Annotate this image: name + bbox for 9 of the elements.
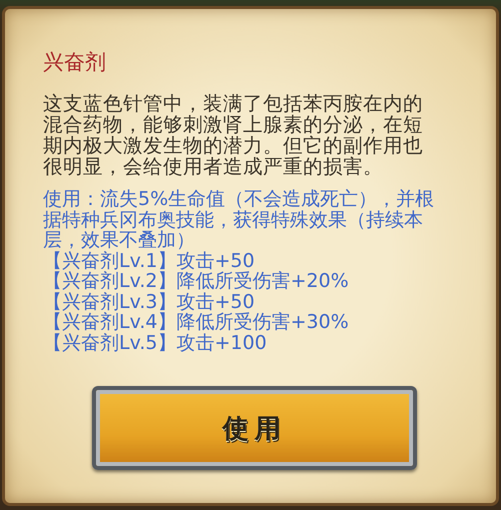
effect-line: 【兴奋剂Lv.3】攻击+50 (43, 292, 256, 312)
effect-line: 【兴奋剂Lv.5】攻击+100 (43, 332, 268, 353)
effect-line: 【兴奋剂Lv.4】降低所受伤害+30% (43, 312, 350, 332)
item-description: 这支蓝色针管中，装满了包括苯丙胺在内的混合药物，能够刺激肾上腺素的分泌，在短期内极大激发生物的潜力。但它的副作用也很明显，会给使用者造成严重的损害。 (43, 93, 424, 177)
usage-text: 使用：流失5%生命值（不会造成死亡），并根据特种兵冈布奥技能，获得特殊效果（持续本层，效果不叠加） (43, 189, 435, 250)
effect-line: 【兴奋剂Lv.1】攻击+50 (43, 250, 256, 271)
use-button[interactable]: 使用 (92, 386, 417, 470)
item-title: 兴奋剂 (43, 49, 107, 75)
effect-line: 【兴奋剂Lv.2】降低所受伤害+20% (43, 271, 350, 292)
